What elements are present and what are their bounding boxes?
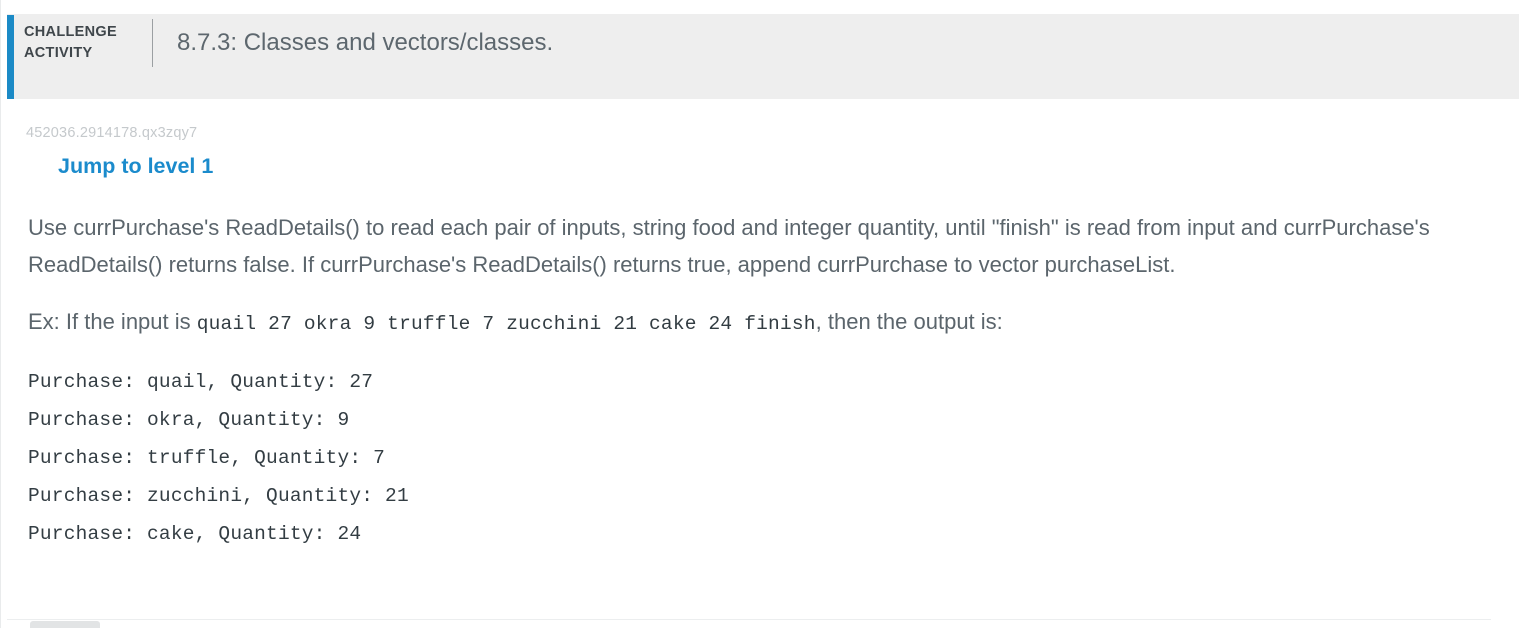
activity-body: 452036.2914178.qx3zqy7 Jump to level 1 U… xyxy=(0,99,1519,553)
editor-tab[interactable] xyxy=(30,621,100,628)
example-suffix: , then the output is: xyxy=(815,309,1003,334)
example-prefix: Ex: If the input is xyxy=(28,309,197,334)
expected-output-block: Purchase: quail, Quantity: 27 Purchase: … xyxy=(28,371,409,545)
instructions-text: Use currPurchase's ReadDetails() to read… xyxy=(28,215,1430,277)
challenge-activity-label: CHALLENGE ACTIVITY xyxy=(24,22,142,64)
header-divider xyxy=(152,18,153,67)
jump-to-level-link[interactable]: Jump to level 1 xyxy=(58,154,213,179)
example-input-code: quail 27 okra 9 truffle 7 zucchini 21 ca… xyxy=(196,313,816,335)
activity-id: 452036.2914178.qx3zqy7 xyxy=(26,125,198,141)
editor-tab-strip xyxy=(7,619,1491,628)
challenge-activity-page: CHALLENGE ACTIVITY 8.7.3: Classes and ve… xyxy=(0,0,1519,628)
challenge-activity-label-line1: CHALLENGE xyxy=(24,23,117,40)
example-line: Ex: If the input is quail 27 okra 9 truf… xyxy=(28,305,1491,341)
challenge-activity-label-line2: ACTIVITY xyxy=(24,44,93,61)
activity-header-content: CHALLENGE ACTIVITY 8.7.3: Classes and ve… xyxy=(0,0,553,85)
page-title: 8.7.3: Classes and vectors/classes. xyxy=(177,28,554,56)
